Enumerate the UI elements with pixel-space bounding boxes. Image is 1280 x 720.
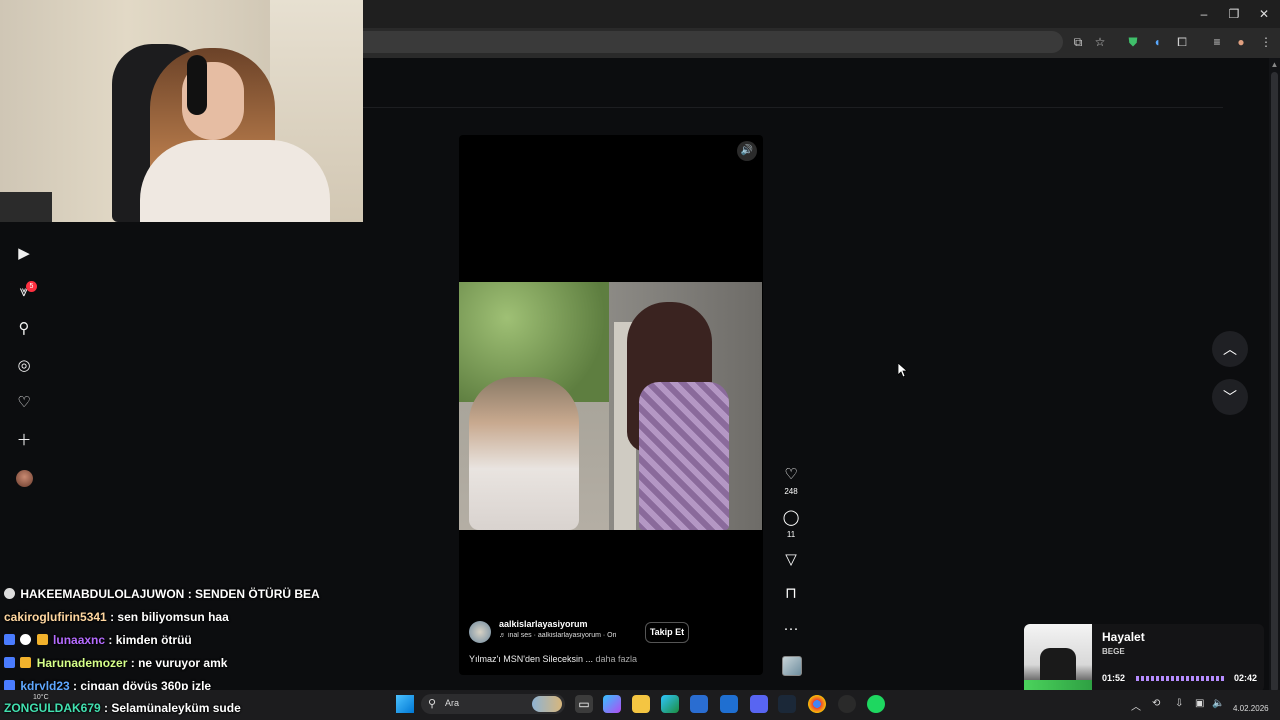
chrome-icon[interactable] [808,695,826,713]
file-explorer-icon[interactable] [632,695,650,713]
crown-badge-icon [36,634,48,645]
comment-count: 11 [786,530,796,539]
desk [0,192,52,222]
profile-avatar[interactable] [16,470,33,487]
audio-extension-icon[interactable]: ◖ [1149,34,1165,50]
copilot-icon[interactable] [603,695,621,713]
audio-visualizer [1136,676,1226,681]
search-icon[interactable]: ⚲ [14,319,34,339]
chevron-down-icon: ﹀ [1223,389,1237,405]
address-bar[interactable] [363,31,1063,53]
search-highlight-image [532,696,562,712]
spotify-icon[interactable] [867,695,885,713]
discord-icon[interactable] [750,695,768,713]
chat-text: : sen biliyomsun haa [110,610,229,624]
chat-message: cakiroglufirin5341 : sen biliyomsun haa [4,610,229,624]
browser-titlebar [363,0,1280,28]
mail-icon[interactable] [720,695,738,713]
save-bookmark-icon[interactable]: ⊓ [781,584,801,604]
previous-reel-button[interactable]: ︿ [1212,331,1248,367]
volume-icon[interactable]: 🔊 [737,141,757,161]
cast-icon[interactable]: ⧉ [1070,34,1086,50]
like-count: 248 [784,487,798,496]
search-icon: ⚲ [428,698,437,710]
more-link[interactable]: daha fazla [596,654,638,664]
search-placeholder: Ara [445,698,460,708]
chat-message: lunaaxnc : kimden ötrüü [4,633,192,647]
audio-thumbnail[interactable] [782,656,802,676]
headset [187,55,207,115]
chat-message: ZONGULDAK679 : Selamünaleyküm sude [4,701,241,715]
task-view-icon[interactable]: ▭ [575,695,593,713]
store-icon[interactable] [690,695,708,713]
reel-author-avatar[interactable] [469,621,491,643]
total-time: 02:42 [1234,673,1258,683]
explore-icon[interactable]: ◎ [14,356,34,376]
reel-audio-label[interactable]: ♬ inal ses · aalkislarlayasiyorum · Ori [499,632,629,639]
restore-icon[interactable]: ❐ [1226,6,1242,22]
chat-message: Harunademozer : ne vuruyor amk [4,656,227,670]
close-icon[interactable]: ✕ [1256,6,1272,22]
chat-user: cakiroglufirin5341 [4,610,107,624]
current-time: 01:52 [1102,673,1126,683]
display-icon[interactable]: ▣ [1195,698,1204,709]
chat-text: : SENDEN ÖTÜRÜ BEA [187,587,320,601]
download-icon[interactable]: ⇩ [1175,698,1183,709]
speaker-icon[interactable]: 🔈 [1212,698,1224,709]
create-icon[interactable]: ＋ [14,431,34,451]
scroll-up-arrow-icon[interactable]: ▲ [1269,60,1280,70]
chat-text: : kimden ötrüü [108,633,192,647]
minimize-icon[interactable]: – [1196,6,1212,22]
menu-dots-icon[interactable]: ⋮ [1258,34,1274,50]
prime-badge-icon [4,634,15,645]
chat-user: Harunademozer [36,656,128,670]
mouse-cursor-icon [898,363,908,377]
reel-video[interactable] [459,282,762,530]
comment-icon[interactable]: ◯ [781,508,801,528]
prime-badge-icon [4,657,15,668]
divider [363,107,1223,108]
video-person-right [639,382,729,530]
chat-message: HAKEEMABDULOLAJUWON : SENDEN ÖTÜRÜ BEA [4,587,320,601]
app-icon[interactable] [838,695,856,713]
heart-badge-icon [20,634,32,645]
chat-user: HAKEEMABDULOLAJUWON [20,587,185,601]
weather-widget[interactable]: 10°C [33,694,49,701]
chat-user: lunaaxnc [53,633,106,647]
steam-icon[interactable] [778,695,796,713]
reel-username[interactable]: aalkislarlayasiyorum [499,619,588,629]
profile-icon[interactable]: ● [1233,34,1249,50]
chat-badge-icon [4,588,15,599]
notifications-heart-icon[interactable]: ♡ [14,393,34,413]
crown-badge-icon [20,657,32,668]
shield-extension-icon[interactable]: ⛊ [1125,34,1141,50]
extensions-icon[interactable]: ⧠ [1174,34,1190,50]
video-person-left [469,377,579,530]
network-app-icon[interactable]: ⟲ [1152,698,1160,709]
reel-caption-row: Yılmaz'ı MSN'den Sileceksin ... daha faz… [469,654,637,664]
notification-badge: 5 [26,281,37,292]
windows-start-icon[interactable] [396,695,414,713]
bookmark-star-icon[interactable]: ☆ [1092,34,1108,50]
chat-text: : Selamünaleyküm sude [104,701,241,715]
scrollbar-thumb[interactable] [1271,72,1278,692]
chat-text: : ne vuruyor amk [130,656,228,670]
next-reel-button[interactable]: ﹀ [1212,379,1248,415]
taskbar-date[interactable]: 4.02.2026 [1233,704,1269,713]
webcam-overlay [0,0,363,222]
chevron-up-icon: ︿ [1223,341,1237,357]
reel-caption: Yılmaz'ı MSN'den Sileceksin ... [469,654,593,664]
track-artist: BEGE [1102,647,1125,656]
streamer-sweater [140,140,330,222]
chat-user: ZONGULDAK679 [4,701,101,715]
reels-icon[interactable]: ▶ [14,244,34,264]
tray-chevron-icon[interactable]: ︿ [1131,698,1141,713]
edge-icon[interactable] [661,695,679,713]
like-heart-icon[interactable]: ♡ [781,465,801,485]
follow-button[interactable]: Takip Et [645,622,689,643]
media-control-icon[interactable]: ≡ [1209,34,1225,50]
more-options-icon[interactable]: ··· [781,619,801,639]
track-title: Hayalet [1102,630,1145,644]
share-icon[interactable]: ▽ [781,550,801,570]
